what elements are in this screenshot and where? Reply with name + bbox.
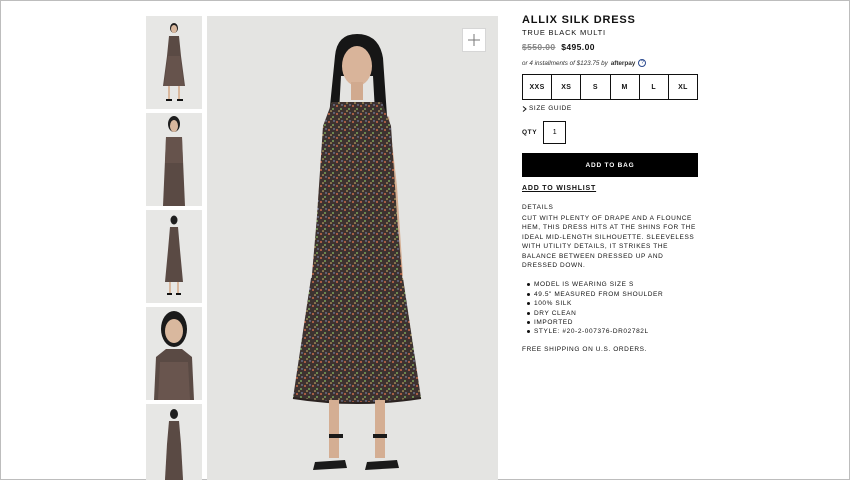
help-icon[interactable]: ? bbox=[638, 59, 647, 67]
list-item: 100% SILK bbox=[522, 299, 702, 308]
add-to-wishlist-link[interactable]: ADD TO WISHLIST bbox=[522, 185, 596, 192]
product-title: ALLIX SILK DRESS bbox=[522, 14, 636, 26]
chevron-right-icon bbox=[522, 105, 527, 112]
afterpay-logo: afterpay bbox=[610, 59, 636, 67]
thumbnail-image bbox=[146, 16, 202, 109]
size-selector: XXS XS S M L XL bbox=[522, 74, 698, 100]
add-to-bag-button[interactable]: ADD TO BAG bbox=[522, 153, 698, 177]
size-guide-label: SIZE GUIDE bbox=[529, 105, 572, 112]
size-option-l[interactable]: L bbox=[640, 75, 669, 99]
product-info-panel: ALLIX SILK DRESS TRUE BLACK MULTI $550.0… bbox=[522, 14, 702, 353]
original-price: $550.00 bbox=[522, 42, 556, 52]
list-item: MODEL IS WEARING SIZE S bbox=[522, 280, 702, 289]
details-list: MODEL IS WEARING SIZE S 49.5" MEASURED F… bbox=[522, 280, 702, 336]
installments-text: or 4 installments of $123.75 by bbox=[522, 59, 608, 67]
thumbnail-image bbox=[146, 307, 202, 400]
thumbnail-side[interactable] bbox=[146, 210, 202, 303]
price-block: $550.00 $495.00 bbox=[522, 42, 702, 52]
thumbnail-strip bbox=[146, 16, 202, 480]
thumbnail-image bbox=[146, 210, 202, 303]
thumbnail-front[interactable] bbox=[146, 16, 202, 109]
shipping-note: FREE SHIPPING ON U.S. ORDERS. bbox=[522, 345, 648, 353]
list-item: DRY CLEAN bbox=[522, 309, 702, 318]
size-option-m[interactable]: M bbox=[611, 75, 640, 99]
sale-price: $495.00 bbox=[561, 42, 595, 52]
qty-label: QTY bbox=[522, 129, 538, 136]
product-color: TRUE BLACK MULTI bbox=[522, 28, 606, 37]
size-option-xxs[interactable]: XXS bbox=[523, 75, 553, 99]
list-item: STYLE: #20-2-007376-DR02782L bbox=[522, 327, 702, 336]
quantity-input[interactable] bbox=[543, 121, 567, 144]
installments-note: or 4 installments of $123.75 by afterpay… bbox=[522, 59, 702, 67]
thumbnail-closeup[interactable] bbox=[146, 307, 202, 400]
main-product-image[interactable] bbox=[207, 16, 498, 480]
size-guide-link[interactable]: SIZE GUIDE bbox=[522, 105, 702, 112]
product-photo bbox=[207, 16, 498, 480]
details-heading: DETAILS bbox=[522, 204, 554, 211]
thumbnail-image bbox=[146, 113, 202, 206]
thumbnail-image bbox=[146, 404, 202, 480]
list-item: 49.5" MEASURED FROM SHOULDER bbox=[522, 290, 702, 299]
plus-icon bbox=[468, 34, 480, 46]
quantity-row: QTY bbox=[522, 121, 702, 144]
zoom-button[interactable] bbox=[462, 28, 486, 52]
size-option-xs[interactable]: XS bbox=[552, 75, 582, 99]
details-description: CUT WITH PLENTY OF DRAPE AND A FLOUNCE H… bbox=[522, 215, 696, 270]
list-item: IMPORTED bbox=[522, 318, 702, 327]
thumbnail-back[interactable] bbox=[146, 404, 202, 480]
size-option-s[interactable]: S bbox=[581, 75, 611, 99]
size-option-xl[interactable]: XL bbox=[669, 75, 697, 99]
thumbnail-detail[interactable] bbox=[146, 113, 202, 206]
